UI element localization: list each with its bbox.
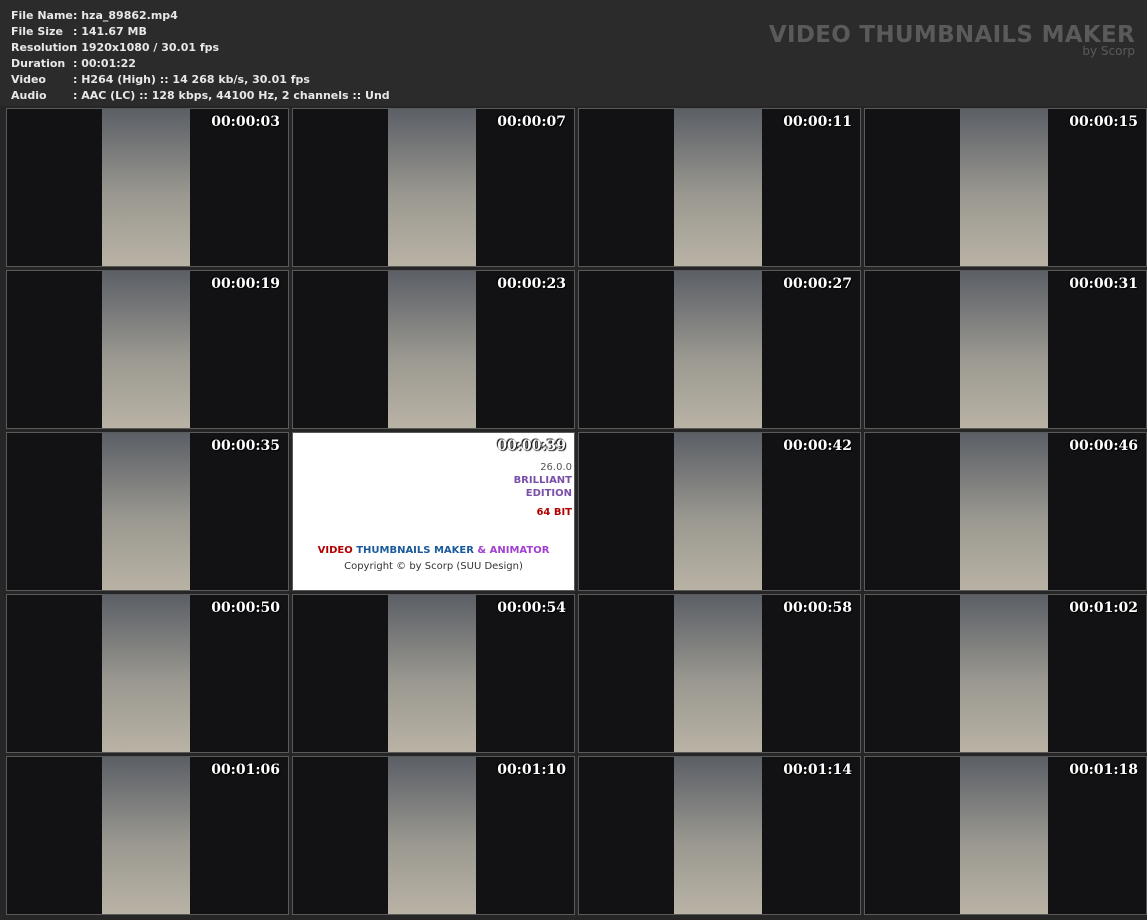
frame-image-placeholder [960, 109, 1048, 266]
thumbnail[interactable]: 00:01:18 [864, 756, 1147, 915]
timestamp: 00:01:14 [783, 762, 852, 778]
info-value: : H264 (High) :: 14 268 kb/s, 30.01 fps [73, 73, 310, 86]
thumbnail-splash[interactable]: 26.0.0 BRILLIANT EDITION 64 BIT VIDEO THUMB… [292, 432, 575, 591]
info-row: File Size : 141.67 MB [11, 24, 390, 40]
info-header: File Name: hza_89862.mp4 File Size: 141.6… [0, 0, 1147, 106]
info-key: File Size [11, 25, 63, 38]
frame-image-placeholder [960, 595, 1048, 752]
info-row: File Name: hza_89862.mp4 [11, 8, 390, 24]
thumbnail-grid: 00:00:03 00:00:07 00:00:11 00:00:15 00:00:19… [6, 108, 1147, 915]
timestamp: 00:00:15 [1069, 114, 1138, 130]
frame-image-placeholder [960, 271, 1048, 428]
info-row: Resolution: 1920x1080 / 30.01 fps [11, 40, 390, 56]
version: 26.0.0 [540, 462, 572, 473]
info-key: Resolution [11, 41, 78, 54]
thumbnail[interactable]: 00:00:58 [578, 594, 861, 753]
frame-image-placeholder [102, 109, 190, 266]
frame-image-placeholder [388, 271, 476, 428]
frame-image-placeholder [102, 271, 190, 428]
timestamp: 00:00:27 [783, 276, 852, 292]
timestamp: 00:00:50 [211, 600, 280, 616]
timestamp: 00:00:35 [211, 438, 280, 454]
timestamp: 00:00:42 [783, 438, 852, 454]
frame-image-placeholder [674, 433, 762, 590]
thumbnail[interactable]: 00:00:27 [578, 270, 861, 429]
timestamp: 00:00:54 [497, 600, 566, 616]
info-key: Duration [11, 57, 66, 70]
info-value: : 00:01:22 [73, 57, 136, 70]
thumbnail[interactable]: 00:01:14 [578, 756, 861, 915]
info-key: Audio [11, 89, 47, 102]
frame-image-placeholder [102, 757, 190, 914]
info-key: File Name [11, 9, 73, 22]
splash-title: VIDEO THUMBNAILS MAKER & ANIMATOR [293, 545, 574, 556]
info-value: : hza_89862.mp4 [73, 9, 178, 22]
info-row: Audio : AAC (LC) :: 128 kbps, 44100 Hz, 2… [11, 88, 390, 104]
frame-image-placeholder [102, 433, 190, 590]
edition-1: BRILLIANT [513, 475, 572, 486]
copyright: Copyright © by Scorp (SUU Design) [344, 561, 523, 572]
brand-title: VIDEO THUMBNAILS MAKER [768, 22, 1135, 48]
thumbnail[interactable]: 00:00:35 [6, 432, 289, 591]
timestamp: 00:00:19 [211, 276, 280, 292]
thumbnail[interactable]: 00:00:46 [864, 432, 1147, 591]
bits: 64 BIT [536, 507, 572, 518]
timestamp: 00:01:02 [1069, 600, 1138, 616]
timestamp: 00:00:11 [783, 114, 852, 130]
thumbnail[interactable]: 00:00:03 [6, 108, 289, 267]
thumbnail[interactable]: 00:00:31 [864, 270, 1147, 429]
timestamp: 00:01:18 [1069, 762, 1138, 778]
brand-watermark: VIDEO THUMBNAILS MAKER by Scorp [769, 22, 1135, 58]
thumbnail[interactable]: 00:00:42 [578, 432, 861, 591]
thumbnail[interactable]: 00:00:19 [6, 270, 289, 429]
frame-image-placeholder [674, 109, 762, 266]
frame-image-placeholder [674, 595, 762, 752]
thumbnail[interactable]: 00:00:54 [292, 594, 575, 753]
frame-image-placeholder [388, 595, 476, 752]
edition-text: 26.0.0 BRILLIANT EDITION 64 BIT [514, 461, 572, 519]
frame-image-placeholder [388, 109, 476, 266]
info-row: Duration : 00:01:22 [11, 56, 390, 72]
thumbnail[interactable]: 00:01:02 [864, 594, 1147, 753]
timestamp: 00:00:03 [211, 114, 280, 130]
w1: VIDEO [317, 545, 353, 556]
timestamp: 00:00:31 [1069, 276, 1138, 292]
info-value: : AAC (LC) :: 128 kbps, 44100 Hz, 2 chan… [73, 89, 390, 102]
timestamp: 00:00:23 [497, 276, 566, 292]
edition-2: EDITION [525, 488, 572, 499]
timestamp: 00:00:39 [497, 438, 566, 454]
frame-image-placeholder [674, 271, 762, 428]
info-value: : 141.67 MB [73, 25, 147, 38]
thumbnail[interactable]: 00:00:15 [864, 108, 1147, 267]
timestamp: 00:00:46 [1069, 438, 1138, 454]
frame-image-placeholder [960, 757, 1048, 914]
frame-image-placeholder [388, 757, 476, 914]
timestamp: 00:00:58 [783, 600, 852, 616]
thumbnail[interactable]: 00:00:07 [292, 108, 575, 267]
thumbnail[interactable]: 00:00:23 [292, 270, 575, 429]
info-key: Video [11, 73, 46, 86]
frame-image-placeholder [102, 595, 190, 752]
timestamp: 00:00:07 [497, 114, 566, 130]
timestamp: 00:01:06 [211, 762, 280, 778]
w2: THUMBNAILS MAKER [356, 545, 474, 556]
thumbnail[interactable]: 00:01:10 [292, 756, 575, 915]
w3: & ANIMATOR [477, 545, 550, 556]
info-row: Video : H264 (High) :: 14 268 kb/s, 30.01… [11, 72, 390, 88]
file-info: File Name: hza_89862.mp4 File Size: 141.6… [11, 8, 390, 104]
frame-image-placeholder [960, 433, 1048, 590]
info-value: : 1920x1080 / 30.01 fps [73, 41, 220, 54]
frame-image-placeholder [674, 757, 762, 914]
thumbnail[interactable]: 00:01:06 [6, 756, 289, 915]
thumbnail[interactable]: 00:00:11 [578, 108, 861, 267]
thumbnail[interactable]: 00:00:50 [6, 594, 289, 753]
timestamp: 00:01:10 [497, 762, 566, 778]
